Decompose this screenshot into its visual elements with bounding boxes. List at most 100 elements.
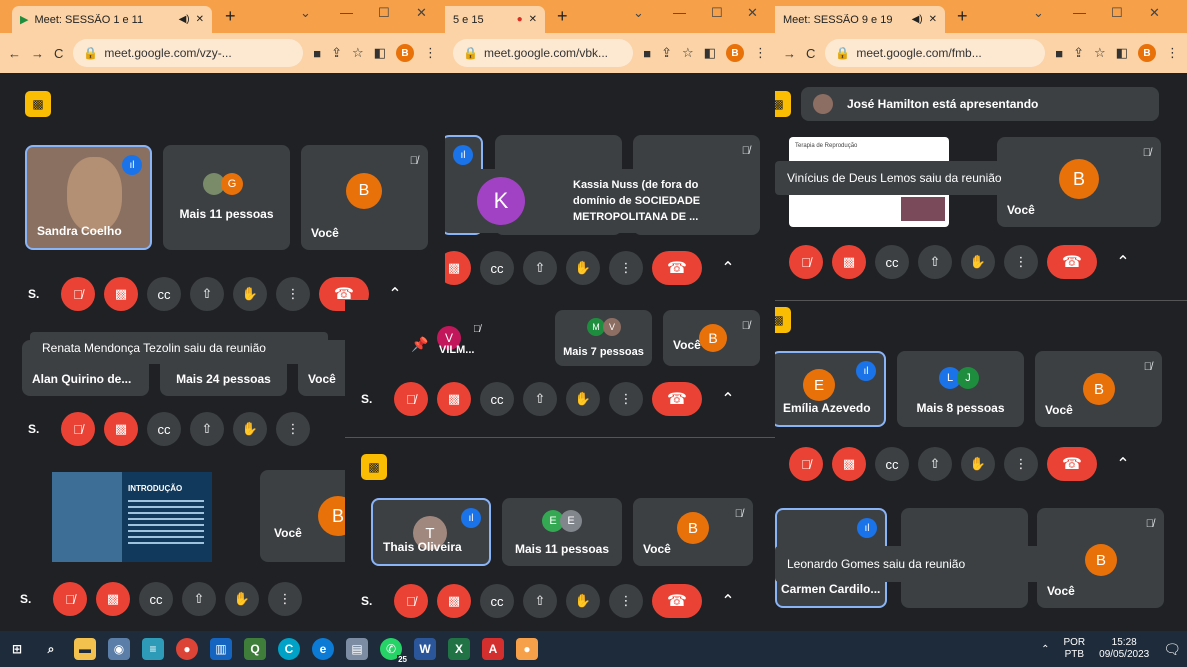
camera-toggle-button[interactable]: ▩ [437,382,471,416]
raise-hand-button[interactable]: ✋ [566,382,600,416]
leave-call-button[interactable]: ☎ [1047,245,1097,279]
captions-button[interactable]: cc [875,447,909,481]
search-icon[interactable]: ⌕ [40,638,62,660]
mic-toggle-button[interactable]: 🎙̸ [61,412,95,446]
captions-button[interactable]: cc [480,382,514,416]
tile-more-people[interactable]: G Mais 11 pessoas [163,145,290,250]
more-options-button[interactable]: ⋮ [276,277,310,311]
qgis-icon[interactable]: Q [244,638,266,660]
chrome-active-icon[interactable]: ● [516,638,538,660]
raise-hand-button[interactable]: ✋ [225,582,259,616]
clock[interactable]: 15:28 09/05/2023 [1099,637,1149,661]
side-panel-icon[interactable]: ◧ [374,45,386,61]
tab-close-icon[interactable]: ✕ [929,14,937,25]
excel-icon[interactable]: X [448,638,470,660]
tab-search-icon[interactable]: ⌄ [1033,5,1044,21]
present-button[interactable]: ⇧ [182,582,216,616]
expand-chevron-icon[interactable]: ⌃ [1106,447,1140,481]
address-bar[interactable]: 🔒 meet.google.com/vzy-... [73,39,304,67]
more-options-button[interactable]: ⋮ [609,382,643,416]
raise-hand-button[interactable]: ✋ [961,447,995,481]
captions-button[interactable]: cc [480,584,514,618]
forward-icon[interactable]: → [783,46,796,61]
present-button[interactable]: ⇧ [523,584,557,618]
reload-icon[interactable]: C [806,46,815,61]
camera-indicator-icon[interactable]: ■ [643,46,651,61]
tile-thais-oliveira[interactable]: T ıl Thais Oliveira [371,498,491,566]
mic-toggle-button[interactable]: 🎙̸ [789,447,823,481]
present-button[interactable]: ⇧ [918,447,952,481]
bookmark-star-icon[interactable]: ☆ [1094,45,1106,61]
mic-toggle-button[interactable]: 🎙̸ [53,582,87,616]
word-icon[interactable]: W [414,638,436,660]
new-tab-icon[interactable]: + [557,6,568,27]
menu-kebab-icon[interactable]: ⋮ [424,45,437,61]
leave-call-button[interactable]: ☎ [652,584,702,618]
tab-search-icon[interactable]: ⌄ [300,5,311,21]
canva-icon[interactable]: C [278,638,300,660]
forward-icon[interactable]: → [31,46,44,61]
tab-search-icon[interactable]: ⌄ [633,5,644,21]
camera-toggle-button[interactable]: ▩ [832,245,866,279]
tab-close-icon[interactable]: ✕ [196,14,204,25]
tile-you[interactable]: B Você [260,470,345,562]
close-window-icon[interactable]: ✕ [1149,5,1160,21]
maximize-icon[interactable]: ☐ [711,5,723,21]
present-button[interactable]: ⇧ [190,277,224,311]
tile-sandra-coelho[interactable]: ıl Sandra Coelho [25,145,152,250]
mic-toggle-button[interactable]: 🎙̸ [394,584,428,618]
chrome-icon[interactable]: ● [176,638,198,660]
present-button[interactable]: ⇧ [918,245,952,279]
camera-toggle-button[interactable]: ▩ [96,582,130,616]
audio-playing-icon[interactable]: ◀) [179,14,190,25]
share-icon[interactable]: ⇪ [331,45,342,61]
calculator-icon[interactable]: ≡ [142,638,164,660]
tile-you[interactable]: 🎙̸ B Você [633,498,753,566]
camera-toggle-button[interactable]: ▩ [445,251,471,285]
captions-button[interactable]: cc [147,277,181,311]
captions-button[interactable]: cc [480,251,514,285]
tab-close-icon[interactable]: ✕ [529,14,537,25]
notifications-icon[interactable]: 🗨 [1163,641,1181,658]
trello-icon[interactable]: ▥ [210,638,232,660]
mic-toggle-button[interactable]: 🎙̸ [789,245,823,279]
profile-avatar[interactable]: B [1138,44,1156,62]
new-tab-icon[interactable]: + [225,6,236,27]
tile-more-people[interactable]: M V Mais 7 pessoas [555,310,652,366]
windows-start-icon[interactable]: ⊞ [6,638,28,660]
raise-hand-button[interactable]: ✋ [233,412,267,446]
bookmark-star-icon[interactable]: ☆ [682,45,694,61]
tile-you[interactable]: 🎙̸ B Você [301,145,428,250]
minimize-icon[interactable]: — [1073,5,1086,20]
tile-more-people[interactable]: E E Mais 11 pessoas [502,498,622,566]
more-options-button[interactable]: ⋮ [1004,245,1038,279]
tray-chevron-icon[interactable]: ⌃ [1041,644,1049,655]
camera-toggle-button[interactable]: ▩ [437,584,471,618]
present-button[interactable]: ⇧ [523,251,557,285]
camera-toggle-button[interactable]: ▩ [832,447,866,481]
expand-chevron-icon[interactable]: ⌃ [711,584,745,618]
profile-avatar[interactable]: B [396,44,414,62]
captions-button[interactable]: cc [147,412,181,446]
share-icon[interactable]: ⇪ [1073,45,1084,61]
bookmark-star-icon[interactable]: ☆ [352,45,364,61]
close-window-icon[interactable]: ✕ [416,5,427,21]
app-icon-2[interactable]: ▤ [346,638,368,660]
pin-icon[interactable]: 📌 [411,336,428,353]
audio-playing-icon[interactable]: ◀) [912,14,923,25]
raise-hand-button[interactable]: ✋ [566,251,600,285]
more-options-button[interactable]: ⋮ [268,582,302,616]
address-bar[interactable]: 🔒 meet.google.com/vbk... [453,39,634,67]
raise-hand-button[interactable]: ✋ [233,277,267,311]
camera-toggle-button[interactable]: ▩ [104,277,138,311]
maximize-icon[interactable]: ☐ [1111,5,1123,21]
side-panel-icon[interactable]: ◧ [1116,45,1128,61]
tile-emilia-azevedo[interactable]: E ıl Emília Azevedo [775,351,886,427]
minimize-icon[interactable]: — [673,5,686,20]
raise-hand-button[interactable]: ✋ [566,584,600,618]
present-button[interactable]: ⇧ [523,382,557,416]
leave-call-button[interactable]: ☎ [1047,447,1097,481]
captions-button[interactable]: cc [875,245,909,279]
profile-avatar[interactable]: B [726,44,744,62]
present-button[interactable]: ⇧ [190,412,224,446]
